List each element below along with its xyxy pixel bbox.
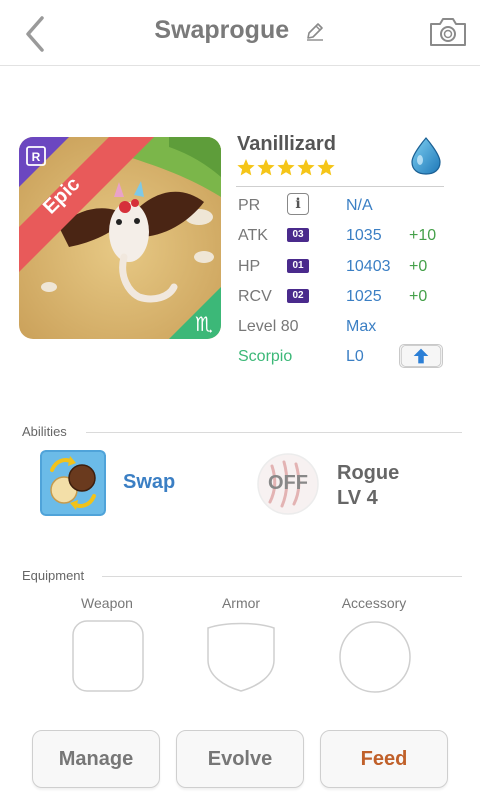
level-label: Level 80 <box>238 318 299 335</box>
stat-label: RCV <box>238 288 272 305</box>
weapon-label: Weapon <box>81 595 133 611</box>
name-divider <box>236 186 444 187</box>
rogue-ability-name: Rogue <box>337 462 400 484</box>
accessory-label: Accessory <box>341 595 407 611</box>
star-icon <box>237 159 255 176</box>
rank-badge: R <box>32 150 41 164</box>
stat-label: PR <box>238 197 261 214</box>
monster-card-art[interactable]: Epic R ♏ <box>19 137 221 339</box>
page-title: Swaprogue <box>154 16 290 44</box>
stat-rank-badge: 03 <box>287 228 309 242</box>
upgrade-arrow-button[interactable] <box>399 344 443 368</box>
stat-bonus: +0 <box>409 258 428 275</box>
pencil-icon[interactable] <box>304 20 326 42</box>
water-drop-icon <box>411 137 441 175</box>
stat-value: 1025 <box>346 288 382 305</box>
stat-value: N/A <box>346 197 373 214</box>
manage-button[interactable]: Manage <box>32 730 160 788</box>
stat-rank-badge: 01 <box>287 259 309 273</box>
stat-rank-badge: 02 <box>287 289 309 303</box>
stat-row-hp: HP 01 10403 +0 <box>238 254 458 280</box>
star-icon <box>297 159 315 176</box>
star-icon <box>317 159 335 176</box>
armor-label: Armor <box>221 595 261 611</box>
swap-ability-name[interactable]: Swap <box>123 471 175 494</box>
stat-value: 10403 <box>346 258 391 275</box>
swap-ability-icon[interactable] <box>40 450 106 516</box>
stat-value: 1035 <box>346 227 382 244</box>
stat-row-zodiac: Scorpio L0 <box>238 344 458 370</box>
star-icon <box>277 159 295 176</box>
abilities-divider <box>86 432 462 433</box>
stat-row-rcv: RCV 02 1025 +0 <box>238 284 458 310</box>
equipment-header: Equipment <box>22 568 85 583</box>
stat-bonus: +10 <box>409 227 437 244</box>
zodiac-corner-icon: ♏ <box>195 312 213 336</box>
title-area: Swaprogue <box>0 16 480 45</box>
stat-label: ATK <box>238 227 268 244</box>
armor-slot[interactable] <box>206 620 276 692</box>
monster-name: Vanillizard <box>237 133 336 155</box>
zodiac-label: Scorpio <box>238 348 293 365</box>
star-icon <box>257 159 275 176</box>
rogue-ability-level: LV 4 <box>337 487 378 509</box>
zodiac-level: L0 <box>346 348 364 365</box>
rogue-ability-state[interactable]: OFF <box>256 472 320 495</box>
evolve-button[interactable]: Evolve <box>176 730 304 788</box>
stat-row-pr: PR i N/A <box>238 193 458 219</box>
info-icon[interactable]: i <box>287 193 309 215</box>
abilities-header: Abilities <box>22 424 67 439</box>
camera-icon[interactable] <box>428 16 468 48</box>
weapon-slot[interactable] <box>72 620 144 692</box>
accessory-slot[interactable] <box>338 620 412 694</box>
level-value: Max <box>346 318 377 335</box>
stat-bonus: +0 <box>409 288 428 305</box>
stat-row-level: Level 80 Max <box>238 314 458 340</box>
stat-label: HP <box>238 258 261 275</box>
feed-button[interactable]: Feed <box>320 730 448 788</box>
equipment-divider <box>102 576 462 577</box>
top-bar: Swaprogue <box>0 0 480 66</box>
stat-row-atk: ATK 03 1035 +10 <box>238 223 458 249</box>
star-rating <box>237 159 335 176</box>
